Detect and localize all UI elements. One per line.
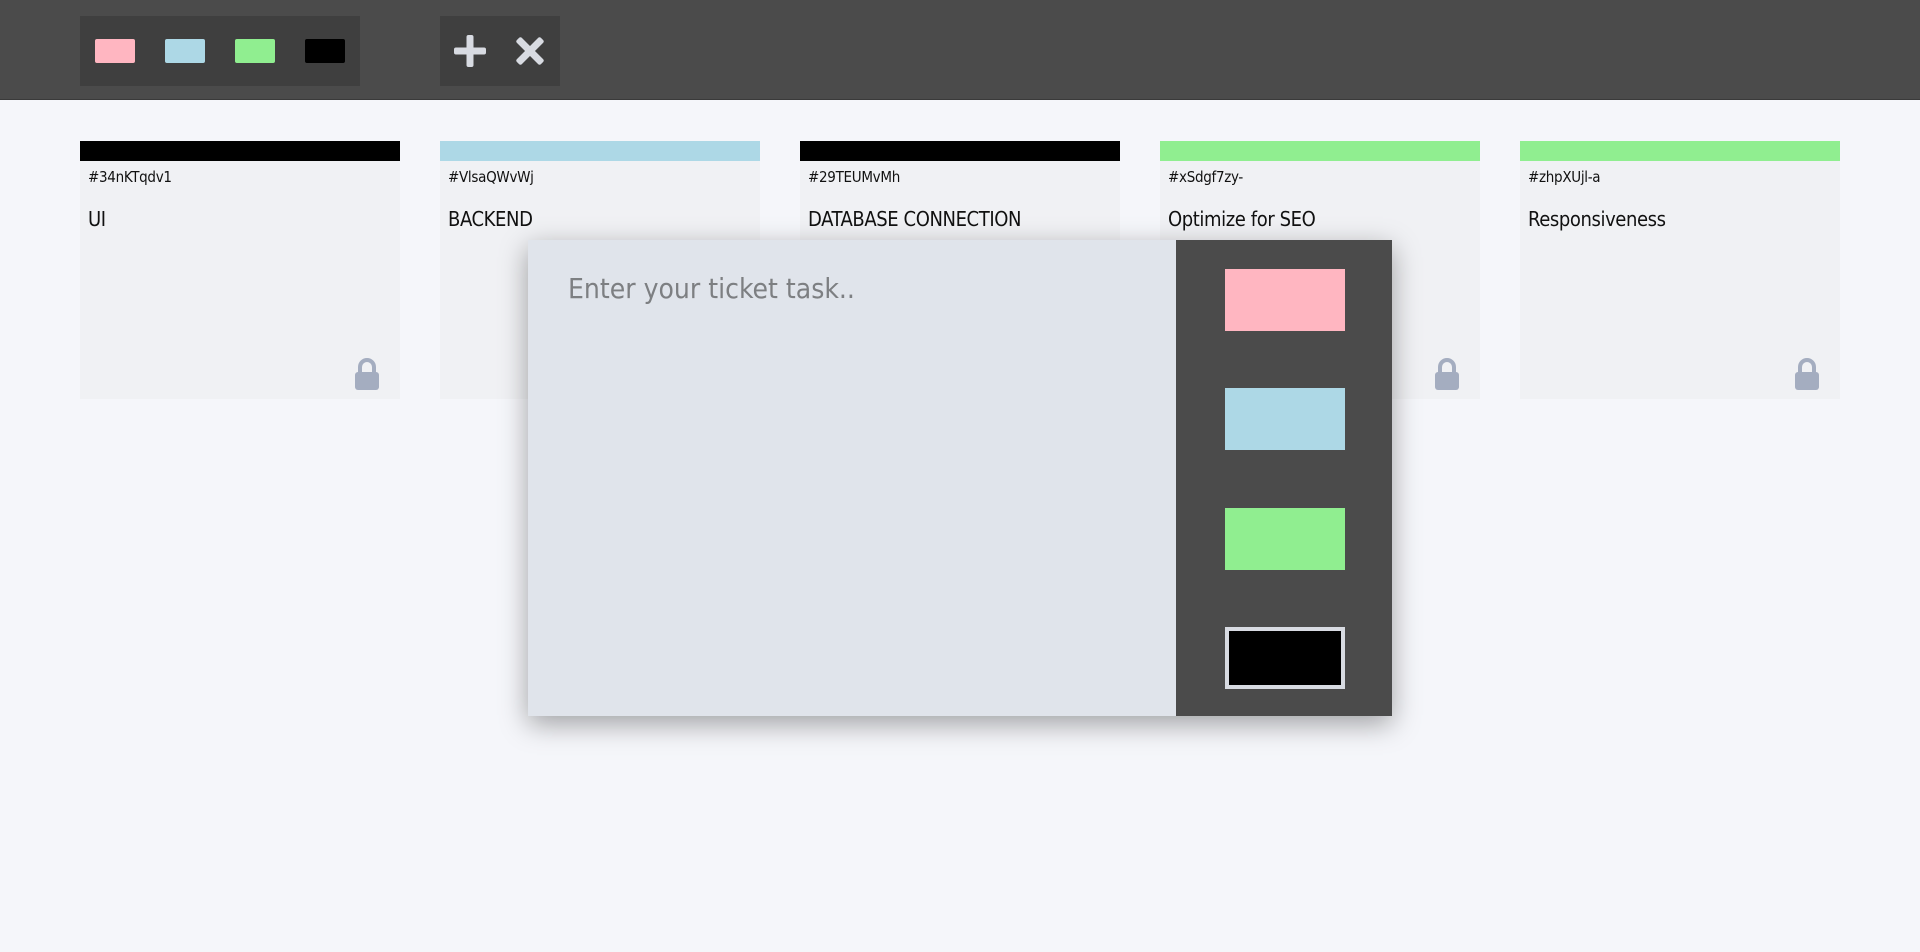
lock-icon[interactable] xyxy=(1432,357,1462,391)
ticket-task-input[interactable] xyxy=(528,240,1176,716)
create-ticket-modal xyxy=(528,240,1392,716)
remove-ticket-button[interactable] xyxy=(510,31,550,71)
ticket-id: #34nKTqdv1 xyxy=(88,168,172,186)
color-option-lightgreen[interactable] xyxy=(1225,508,1345,570)
ticket-task: BACKEND xyxy=(448,207,533,231)
action-group xyxy=(440,16,560,86)
filter-black[interactable] xyxy=(305,39,345,63)
color-filter-group xyxy=(80,16,360,86)
ticket-task: DATABASE CONNECTION xyxy=(808,207,1022,231)
ticket-color-bar xyxy=(80,141,400,161)
lock-icon[interactable] xyxy=(1792,357,1822,391)
ticket-color-bar xyxy=(800,141,1120,161)
modal-color-picker xyxy=(1176,240,1392,716)
filter-lightgreen[interactable] xyxy=(235,39,275,63)
ticket-id: #zhpXUjl-a xyxy=(1528,168,1601,186)
ticket-task: Optimize for SEO xyxy=(1168,207,1316,231)
ticket-color-bar xyxy=(1520,141,1840,161)
ticket-color-bar xyxy=(440,141,760,161)
ticket-card[interactable]: #34nKTqdv1 UI xyxy=(80,141,400,399)
color-option-pink[interactable] xyxy=(1225,269,1345,331)
close-icon xyxy=(516,37,544,65)
ticket-id: #29TEUMvMh xyxy=(808,168,900,186)
toolbar xyxy=(0,0,1920,100)
filter-lightblue[interactable] xyxy=(165,39,205,63)
color-option-black[interactable] xyxy=(1225,627,1345,689)
ticket-task: UI xyxy=(88,207,106,231)
lock-icon[interactable] xyxy=(352,357,382,391)
ticket-id: #VlsaQWvWj xyxy=(448,168,534,186)
ticket-card[interactable]: #zhpXUjl-a Responsiveness xyxy=(1520,141,1840,399)
color-option-lightblue[interactable] xyxy=(1225,388,1345,450)
ticket-task: Responsiveness xyxy=(1528,207,1666,231)
plus-icon xyxy=(454,35,486,67)
ticket-id: #xSdgf7zy- xyxy=(1168,168,1244,186)
ticket-color-bar xyxy=(1160,141,1480,161)
filter-pink[interactable] xyxy=(95,39,135,63)
add-ticket-button[interactable] xyxy=(450,31,490,71)
